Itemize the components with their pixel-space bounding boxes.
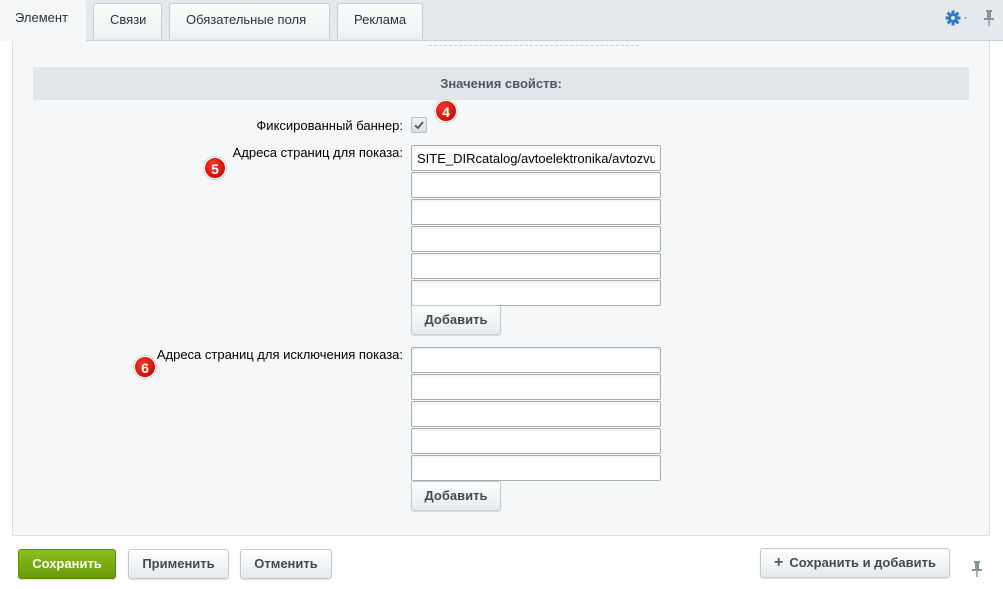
exclude-page-input-4[interactable] [411,428,661,454]
pin-icon[interactable] [971,560,983,578]
element-form-panel: Значения свойств: Фиксированный баннер: … [12,41,990,536]
show-page-input-2[interactable] [411,172,661,198]
save-and-add-button[interactable]: + Сохранить и добавить [760,548,950,578]
show-pages-label: Адреса страниц для показа: [232,145,403,160]
tab-advertising[interactable]: Реклама [337,3,423,39]
fixed-banner-label: Фиксированный баннер: [256,118,403,133]
show-page-input-5[interactable] [411,253,661,279]
show-page-input-4[interactable] [411,226,661,252]
check-icon [414,121,424,130]
step-badge-5: 5 [204,157,226,179]
show-pages-add-button[interactable]: Добавить [411,305,501,335]
tab-links[interactable]: Связи [93,3,162,39]
divider [429,45,639,46]
save-and-add-label: Сохранить и добавить [789,555,936,570]
show-page-input-1[interactable] [411,145,661,171]
exclude-page-input-5[interactable] [411,455,661,481]
exclude-page-input-1[interactable] [411,347,661,373]
show-page-input-6[interactable] [411,280,661,306]
exclude-pages-add-button[interactable]: Добавить [411,481,501,511]
exclude-page-input-2[interactable] [411,374,661,400]
tab-bar-tools [945,8,995,28]
tab-element[interactable]: Элемент [0,0,86,41]
section-title: Значения свойств: [33,67,969,100]
tab-required-fields[interactable]: Обязательные поля [169,3,330,39]
tab-bar: Элемент Связи Обязательные поля Реклама [0,0,1003,41]
gear-icon[interactable] [945,8,971,28]
apply-button[interactable]: Применить [128,549,229,579]
cancel-button[interactable]: Отменить [240,549,332,579]
exclude-page-input-3[interactable] [411,401,661,427]
exclude-pages-label: Адреса страниц для исключения показа: [156,347,403,362]
plus-icon: + [774,554,784,571]
step-badge-6: 6 [134,356,156,378]
show-page-input-3[interactable] [411,199,661,225]
step-badge-4: 4 [435,100,457,122]
pin-icon[interactable] [983,9,995,27]
fixed-banner-checkbox[interactable] [411,117,427,133]
save-button[interactable]: Сохранить [18,549,116,579]
